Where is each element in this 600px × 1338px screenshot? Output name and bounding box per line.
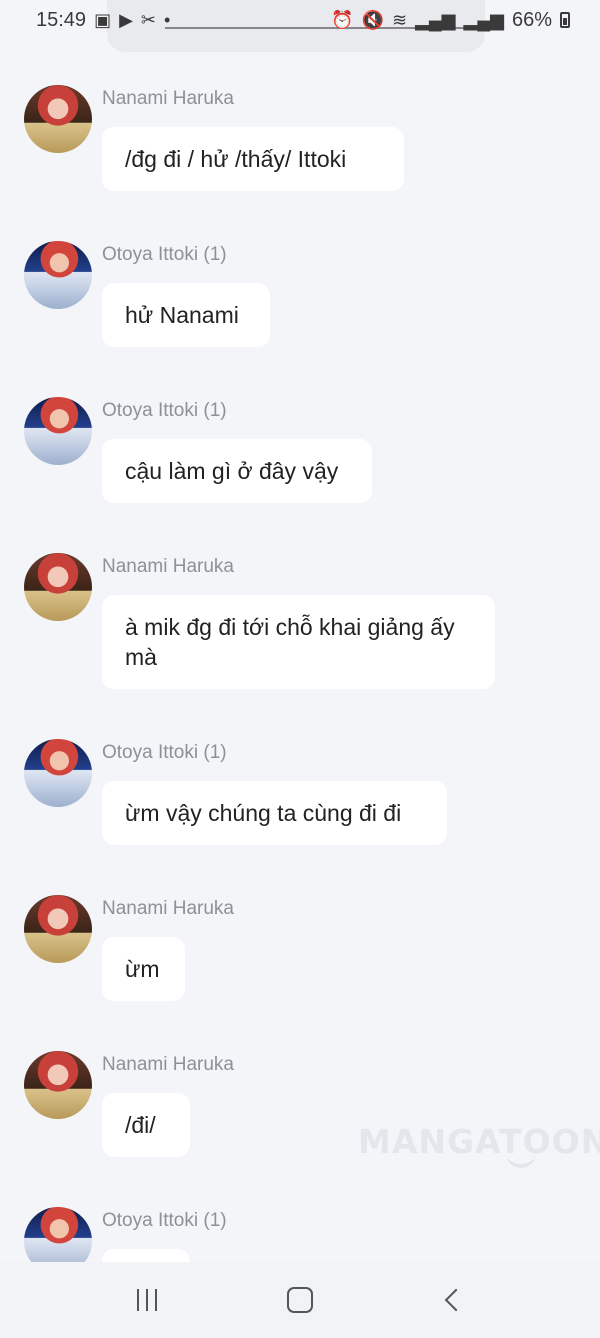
- chat-list[interactable]: Nanami Haruka /đg đi / hử /thấy/ Ittoki …: [0, 0, 600, 1262]
- sender-name: Nanami Haruka: [102, 556, 234, 577]
- status-bar: 15:49 ▣ ▶ ✂ • ⏰ 🔇 ≋ ▂▄▆ ▂▄▆ 66%: [0, 0, 600, 40]
- message-bubble[interactable]: /đi/: [102, 1093, 190, 1157]
- youtube-icon: ▶: [119, 10, 133, 30]
- message-bubble[interactable]: ừm: [102, 937, 185, 1001]
- avatar[interactable]: [24, 553, 92, 621]
- back-icon: [444, 1288, 468, 1312]
- sender-name: Nanami Haruka: [102, 1054, 234, 1075]
- avatar[interactable]: [24, 85, 92, 153]
- message-bubble[interactable]: /đg đi / hử /thấy/ Ittoki: [102, 127, 404, 191]
- avatar[interactable]: [24, 241, 92, 309]
- battery-icon: [560, 12, 570, 28]
- alarm-icon: ⏰: [331, 10, 354, 30]
- watermark-logo: MANGATOON: [358, 1122, 600, 1161]
- sender-name: Otoya Ittoki (1): [102, 244, 227, 265]
- system-nav-bar: [0, 1262, 600, 1338]
- sender-name: Otoya Ittoki (1): [102, 400, 227, 421]
- home-icon: [286, 1287, 313, 1313]
- image-icon: ▣: [94, 10, 112, 30]
- sender-name: Otoya Ittoki (1): [102, 742, 227, 763]
- avatar[interactable]: [24, 895, 92, 963]
- message-bubble[interactable]: hử Nanami: [102, 283, 270, 347]
- recent-apps-icon: [136, 1289, 157, 1311]
- message-bubble[interactable]: ừm vậy chúng ta cùng đi đi: [102, 781, 447, 845]
- sender-name: Nanami Haruka: [102, 898, 234, 919]
- avatar[interactable]: [24, 739, 92, 807]
- avatar[interactable]: [24, 1051, 92, 1119]
- message-bubble[interactable]: cậu làm gì ở đây vậy: [102, 439, 372, 503]
- avatar[interactable]: [24, 397, 92, 465]
- capcut-icon: ✂: [140, 10, 157, 30]
- home-button[interactable]: [270, 1275, 330, 1325]
- sender-name: Otoya Ittoki (1): [102, 1210, 227, 1231]
- signal-icon: ▂▄▆: [415, 10, 456, 30]
- wifi-icon: ≋: [391, 10, 408, 30]
- status-time: 15:49: [36, 8, 87, 31]
- message-bubble[interactable]: à mik đg đi tới chỗ khai giảng ấy mà: [102, 595, 495, 689]
- avatar[interactable]: [24, 1207, 92, 1262]
- signal-icon: ▂▄▆: [463, 10, 504, 30]
- battery-percent: 66%: [511, 8, 552, 31]
- message-bubble[interactable]: [102, 1249, 190, 1262]
- mute-icon: 🔇: [361, 10, 384, 30]
- watermark-smile-icon: [506, 1150, 536, 1168]
- back-button[interactable]: [423, 1275, 483, 1325]
- sender-name: Nanami Haruka: [102, 88, 234, 109]
- dot-icon: •: [164, 10, 171, 30]
- recent-apps-button[interactable]: [117, 1275, 177, 1325]
